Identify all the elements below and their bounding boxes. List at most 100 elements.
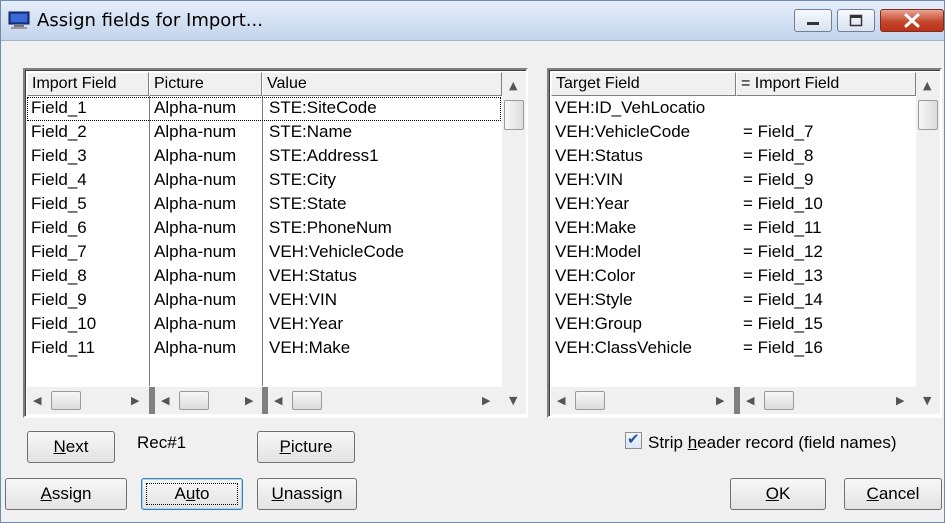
picture-cell: Alpha-num	[154, 146, 237, 165]
ok-label-accel: O	[765, 484, 779, 503]
unassign-label-accel: U	[271, 484, 284, 503]
scroll-thumb[interactable]	[575, 391, 605, 410]
scroll-left-arrow-icon[interactable]: ◀	[274, 395, 282, 407]
mapped-field-cell: = Field_16	[743, 338, 823, 357]
picture-cell: Alpha-num	[154, 242, 237, 261]
target-field-cell: VEH:Status	[555, 146, 643, 165]
maximize-button[interactable]	[837, 9, 875, 32]
scroll-left-arrow-icon[interactable]: ◀	[746, 395, 754, 407]
scroll-left-arrow-icon[interactable]: ◀	[557, 395, 565, 407]
horizontal-scrollbar[interactable]: ◀ ▶	[740, 387, 916, 414]
table-row[interactable]: Field_6 Alpha-num STE:PhoneNum	[27, 217, 501, 241]
close-button[interactable]	[880, 9, 944, 32]
assign-label-accel: A	[40, 484, 52, 503]
scroll-thumb[interactable]	[179, 391, 209, 410]
next-label-accel: N	[53, 437, 66, 456]
scroll-thumb[interactable]	[51, 391, 81, 410]
vertical-scrollbar[interactable]: ▲	[916, 72, 940, 388]
mapped-field-cell: = Field_8	[743, 146, 814, 165]
value-cell: VEH:Year	[269, 314, 344, 333]
table-row[interactable]: VEH:Style = Field_14	[551, 289, 916, 313]
horizontal-scrollbar[interactable]: ◀ ▶	[268, 387, 502, 414]
scroll-up-arrow-icon[interactable]: ▲	[509, 80, 517, 92]
ok-label-post: K	[778, 484, 791, 503]
scroll-right-arrow-icon[interactable]: ▶	[482, 395, 490, 407]
value-cell: VEH:Make	[269, 338, 351, 357]
column-header-target-field[interactable]: Target Field	[551, 72, 736, 96]
scroll-right-arrow-icon[interactable]: ▶	[131, 395, 139, 407]
picture-cell: Alpha-num	[154, 314, 237, 333]
target-fields-list[interactable]: Target Field = Import Field VEH:ID_VehLo…	[547, 68, 942, 418]
table-row[interactable]: VEH:ClassVehicle = Field_16	[551, 337, 916, 361]
ok-button[interactable]: OK	[730, 478, 826, 510]
picture-cell: Alpha-num	[154, 290, 237, 309]
table-row[interactable]: Field_3 Alpha-num STE:Address1	[27, 145, 501, 169]
scroll-right-arrow-icon[interactable]: ▶	[245, 395, 253, 407]
mapped-field-cell: = Field_10	[743, 194, 823, 213]
auto-button[interactable]: Auto	[141, 478, 243, 510]
import-field-cell: Field_11	[31, 338, 95, 357]
table-row[interactable]: Field_11 Alpha-num VEH:Make	[27, 337, 501, 361]
unassign-button[interactable]: Unassign	[257, 478, 357, 510]
table-row[interactable]: VEH:Color = Field_13	[551, 265, 916, 289]
scroll-thumb[interactable]	[764, 391, 794, 410]
table-row[interactable]: VEH:ID_VehLocatio	[551, 97, 916, 121]
import-field-cell: Field_7	[31, 242, 87, 261]
column-header-picture[interactable]: Picture	[149, 72, 262, 96]
import-fields-list[interactable]: Import Field Picture Value Field_1 Alpha…	[23, 68, 528, 418]
target-field-cell: VEH:Color	[555, 266, 636, 285]
table-row[interactable]: Field_10 Alpha-num VEH:Year	[27, 313, 501, 337]
scroll-up-arrow-icon[interactable]: ▲	[923, 80, 931, 92]
vertical-scrollbar[interactable]: ▲	[502, 72, 526, 388]
import-field-cell: Field_1	[31, 98, 87, 117]
assign-label-post: ssign	[51, 484, 92, 503]
table-row[interactable]: Field_9 Alpha-num VEH:VIN	[27, 289, 501, 313]
table-row[interactable]: VEH:VehicleCode = Field_7	[551, 121, 916, 145]
table-row[interactable]: VEH:Group = Field_15	[551, 313, 916, 337]
scroll-right-arrow-icon[interactable]: ▶	[896, 395, 904, 407]
column-header-value[interactable]: Value	[262, 72, 502, 96]
vertical-scrollbar-bottom: ▼	[502, 387, 526, 414]
scroll-thumb[interactable]	[292, 391, 322, 410]
value-cell: VEH:Status	[269, 266, 357, 285]
strip-header-checkbox[interactable]: ✔	[625, 430, 642, 449]
horizontal-scrollbar[interactable]: ◀ ▶	[27, 387, 149, 414]
value-cell: STE:Address1	[269, 146, 379, 165]
title-bar: Assign fields for Import...	[1, 1, 944, 41]
column-header-import-field[interactable]: = Import Field	[736, 72, 916, 96]
table-row[interactable]: VEH:Year = Field_10	[551, 193, 916, 217]
horizontal-scrollbar[interactable]: ◀ ▶	[551, 387, 734, 414]
table-row[interactable]: Field_7 Alpha-num VEH:VehicleCode	[27, 241, 501, 265]
table-row[interactable]: Field_5 Alpha-num STE:State	[27, 193, 501, 217]
mapped-field-cell: = Field_13	[743, 266, 823, 285]
scroll-left-arrow-icon[interactable]: ◀	[161, 395, 169, 407]
table-row[interactable]: VEH:Make = Field_11	[551, 217, 916, 241]
scroll-down-arrow-icon[interactable]: ▼	[923, 395, 931, 407]
value-cell: STE:Name	[269, 122, 353, 141]
table-row[interactable]: VEH:Status = Field_8	[551, 145, 916, 169]
value-cell: STE:SiteCode	[269, 98, 377, 117]
import-field-cell: Field_10	[31, 314, 97, 333]
scroll-thumb[interactable]	[504, 100, 524, 130]
import-field-cell: Field_9	[31, 290, 87, 309]
table-row[interactable]: VEH:VIN = Field_9	[551, 169, 916, 193]
column-header-import-field[interactable]: Import Field	[27, 72, 149, 96]
table-row[interactable]: VEH:Model = Field_12	[551, 241, 916, 265]
strip-header-label[interactable]: Strip header record (field names)	[648, 433, 897, 453]
horizontal-scrollbar[interactable]: ◀ ▶	[155, 387, 262, 414]
table-row[interactable]: Field_8 Alpha-num VEH:Status	[27, 265, 501, 289]
minimize-button[interactable]	[794, 9, 832, 32]
next-button[interactable]: Next	[27, 431, 115, 463]
table-row[interactable]: Field_1 Alpha-num STE:SiteCode	[27, 97, 501, 121]
scroll-right-arrow-icon[interactable]: ▶	[716, 395, 724, 407]
scroll-down-arrow-icon[interactable]: ▼	[509, 395, 517, 407]
picture-button[interactable]: Picture	[257, 431, 355, 463]
table-row[interactable]: Field_2 Alpha-num STE:Name	[27, 121, 501, 145]
import-field-cell: Field_4	[31, 170, 87, 189]
value-cell: VEH:VehicleCode	[269, 242, 405, 261]
scroll-thumb[interactable]	[918, 100, 938, 130]
cancel-button[interactable]: Cancel	[844, 478, 942, 510]
table-row[interactable]: Field_4 Alpha-num STE:City	[27, 169, 501, 193]
scroll-left-arrow-icon[interactable]: ◀	[33, 395, 41, 407]
assign-button[interactable]: Assign	[5, 478, 127, 510]
